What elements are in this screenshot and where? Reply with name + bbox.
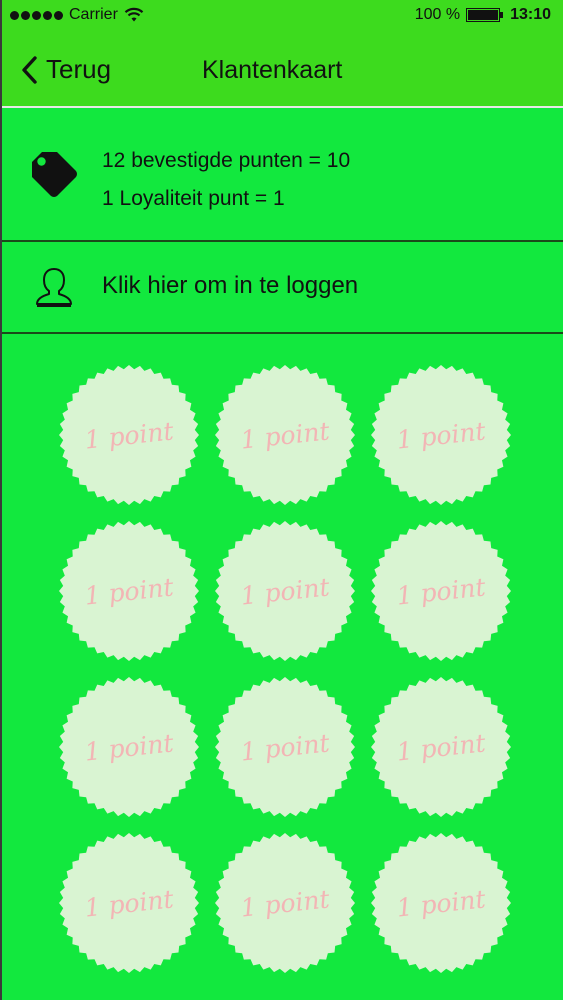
status-bar: Carrier 100 % 13:10 <box>2 0 563 30</box>
tag-icon <box>32 152 77 197</box>
battery-percentage: 100 % <box>414 6 461 23</box>
stamp-label: 1 point <box>83 883 175 923</box>
stamp-6: 1 point <box>370 520 512 662</box>
stamp-9: 1 point <box>370 676 512 818</box>
stamp-label: 1 point <box>395 727 487 767</box>
chevron-left-icon <box>22 55 37 84</box>
loyalty-point-line: 1 Loyaliteit punt = 1 <box>102 187 285 210</box>
login-row[interactable]: Klik hier om in te loggen <box>2 242 563 334</box>
stamp-4: 1 point <box>58 520 200 662</box>
signal-strength-icon <box>10 10 63 20</box>
stamp-7: 1 point <box>58 676 200 818</box>
stamp-label: 1 point <box>239 883 331 923</box>
back-button[interactable]: Terug <box>20 54 111 85</box>
carrier-label: Carrier <box>69 6 118 23</box>
stamp-5: 1 point <box>214 520 356 662</box>
stamp-11: 1 point <box>214 832 356 974</box>
stamp-10: 1 point <box>58 832 200 974</box>
stamp-12: 1 point <box>370 832 512 974</box>
screen: Carrier 100 % 13:10 Terug Klantenkaart 1… <box>0 0 563 1000</box>
stamp-label: 1 point <box>83 415 175 455</box>
stamp-label: 1 point <box>83 571 175 611</box>
points-info-row: 12 bevestigde punten = 10 1 Loyaliteit p… <box>2 108 563 242</box>
stamp-8: 1 point <box>214 676 356 818</box>
status-time: 13:10 <box>510 6 551 23</box>
stamp-label: 1 point <box>239 415 331 455</box>
points-text: 12 bevestigde punten = 10 1 Loyaliteit p… <box>102 142 350 218</box>
stamp-label: 1 point <box>395 415 487 455</box>
stamp-1: 1 point <box>58 364 200 506</box>
status-right: 100 % 13:10 <box>415 0 551 30</box>
stamp-label: 1 point <box>83 727 175 767</box>
battery-icon <box>466 8 504 22</box>
wifi-icon <box>124 7 144 22</box>
page-title: Klantenkaart <box>202 56 343 84</box>
confirmed-points-line: 12 bevestigde punten = 10 <box>102 149 351 172</box>
stamp-3: 1 point <box>370 364 512 506</box>
stamp-label: 1 point <box>239 727 331 767</box>
stamp-label: 1 point <box>395 883 487 923</box>
login-label: Klik hier om in te loggen <box>102 272 359 299</box>
stamp-grid: 1 point 1 point 1 point 1 point 1 point 1 poi… <box>58 364 518 974</box>
user-icon <box>36 268 72 307</box>
stamp-label: 1 point <box>395 571 487 611</box>
stamp-label: 1 point <box>239 571 331 611</box>
back-button-label: Terug <box>46 54 112 84</box>
stamp-2: 1 point <box>214 364 356 506</box>
navigation-bar: Terug Klantenkaart <box>2 30 563 108</box>
